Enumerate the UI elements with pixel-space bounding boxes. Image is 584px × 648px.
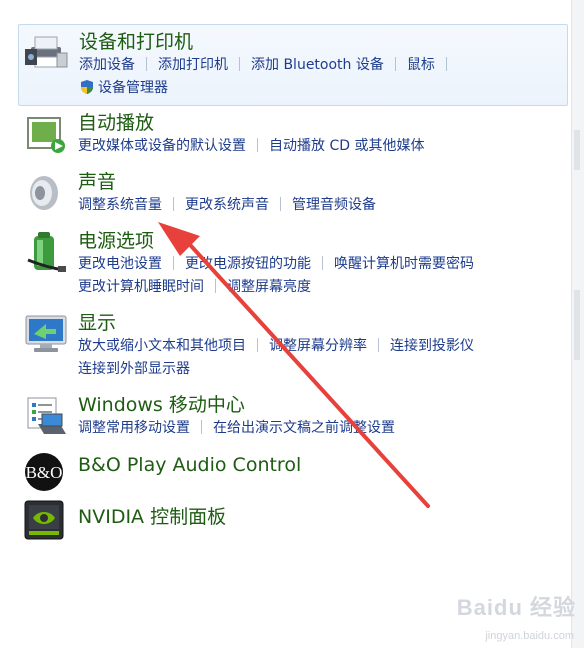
link-row: 设备管理器 xyxy=(79,77,168,97)
link-separator xyxy=(173,197,174,211)
link-separator xyxy=(445,57,447,71)
category-title[interactable]: Windows 移动中心 xyxy=(78,390,245,417)
category-title[interactable]: B&O Play Audio Control xyxy=(78,454,301,476)
link-adjust-volume[interactable]: 调整系统音量 xyxy=(78,197,162,213)
category-title[interactable]: 显示 xyxy=(78,308,116,335)
link-row: 放大或缩小文本和其他项目 调整屏幕分辨率 连接到投影仪 xyxy=(78,335,474,355)
link-row: 调整系统音量 更改系统声音 管理音频设备 xyxy=(78,194,376,214)
scrollbar-decoration xyxy=(574,130,580,170)
link-device-manager[interactable]: 设备管理器 xyxy=(98,80,168,96)
link-separator xyxy=(239,57,240,71)
category-nvidia-control-panel[interactable]: NVIDIA 控制面板 xyxy=(18,500,566,544)
link-resize-text[interactable]: 放大或缩小文本和其他项目 xyxy=(78,338,246,354)
category-autoplay[interactable]: 自动播放 更改媒体或设备的默认设置 自动播放 CD 或其他媒体 xyxy=(18,108,566,158)
printer-icon xyxy=(25,29,69,73)
watermark-url: jingyan.baidu.com xyxy=(485,630,574,642)
nvidia-icon xyxy=(24,500,68,544)
link-change-sleep-time[interactable]: 更改计算机睡眠时间 xyxy=(78,279,204,295)
autoplay-icon xyxy=(24,112,68,156)
link-common-mobility-settings[interactable]: 调整常用移动设置 xyxy=(78,420,190,436)
link-row: 更改电池设置 更改电源按钮的功能 唤醒计算机时需要密码 xyxy=(78,253,474,273)
shield-icon xyxy=(79,79,95,95)
link-row: 调整常用移动设置 在给出演示文稿之前调整设置 xyxy=(78,417,395,437)
scrollbar-decoration xyxy=(574,290,580,360)
link-connect-projector[interactable]: 连接到投影仪 xyxy=(390,338,474,354)
category-title[interactable]: 声音 xyxy=(78,167,116,194)
scrollbar[interactable] xyxy=(571,0,584,648)
link-change-sounds[interactable]: 更改系统声音 xyxy=(185,197,269,213)
category-title[interactable]: 设备和打印机 xyxy=(79,27,193,54)
link-connect-external-display[interactable]: 连接到外部显示器 xyxy=(78,361,190,377)
link-presentation-settings[interactable]: 在给出演示文稿之前调整设置 xyxy=(213,420,395,436)
link-mouse[interactable]: 鼠标 xyxy=(407,57,435,73)
link-separator xyxy=(201,420,202,434)
link-separator xyxy=(257,338,258,352)
link-separator xyxy=(257,138,258,152)
link-change-media-defaults[interactable]: 更改媒体或设备的默认设置 xyxy=(78,138,246,154)
category-mobility-center[interactable]: Windows 移动中心 调整常用移动设置 在给出演示文稿之前调整设置 xyxy=(18,390,566,440)
link-row: 添加设备 添加打印机 添加 Bluetooth 设备 鼠标 xyxy=(79,54,458,74)
link-row: 连接到外部显示器 xyxy=(78,358,190,378)
link-require-password-wake[interactable]: 唤醒计算机时需要密码 xyxy=(334,256,474,272)
category-devices-printers[interactable]: 设备和打印机 添加设备 添加打印机 添加 Bluetooth 设备 鼠标 设备管理器 xyxy=(18,24,568,106)
link-change-battery-settings[interactable]: 更改电池设置 xyxy=(78,256,162,272)
link-separator xyxy=(146,57,147,71)
svg-text:B&O: B&O xyxy=(26,463,63,482)
link-row: 更改计算机睡眠时间 调整屏幕亮度 xyxy=(78,276,311,296)
mobility-center-icon xyxy=(24,394,68,438)
link-add-device[interactable]: 添加设备 xyxy=(79,57,135,73)
battery-icon xyxy=(24,230,68,274)
category-bo-audio-control[interactable]: B&O B&O Play Audio Control xyxy=(18,452,566,494)
link-separator xyxy=(322,256,323,270)
link-separator xyxy=(173,256,174,270)
link-separator xyxy=(378,338,379,352)
link-separator xyxy=(215,279,216,293)
link-autoplay-cd[interactable]: 自动播放 CD 或其他媒体 xyxy=(269,138,424,154)
category-power-options[interactable]: 电源选项 更改电池设置 更改电源按钮的功能 唤醒计算机时需要密码 更改计算机睡眠时间… xyxy=(18,226,566,296)
link-separator xyxy=(394,57,396,71)
category-title[interactable]: 电源选项 xyxy=(78,226,154,253)
link-adjust-brightness[interactable]: 调整屏幕亮度 xyxy=(227,279,311,295)
speaker-icon xyxy=(24,171,68,215)
category-sound[interactable]: 声音 调整系统音量 更改系统声音 管理音频设备 xyxy=(18,167,566,217)
link-row: 更改媒体或设备的默认设置 自动播放 CD 或其他媒体 xyxy=(78,135,424,155)
link-manage-audio-devices[interactable]: 管理音频设备 xyxy=(292,197,376,213)
bo-logo-icon: B&O xyxy=(24,452,68,496)
link-add-bluetooth[interactable]: 添加 Bluetooth 设备 xyxy=(251,57,384,73)
category-title[interactable]: 自动播放 xyxy=(78,108,154,135)
link-add-printer[interactable]: 添加打印机 xyxy=(158,57,228,73)
category-title[interactable]: NVIDIA 控制面板 xyxy=(78,502,226,529)
monitor-icon xyxy=(24,312,68,356)
watermark-brand: Baidu 经验 xyxy=(456,595,576,620)
link-power-button-function[interactable]: 更改电源按钮的功能 xyxy=(185,256,311,272)
link-separator xyxy=(280,197,281,211)
category-display[interactable]: 显示 放大或缩小文本和其他项目 调整屏幕分辨率 连接到投影仪 连接到外部显示器 xyxy=(18,308,566,378)
link-screen-resolution[interactable]: 调整屏幕分辨率 xyxy=(269,338,367,354)
